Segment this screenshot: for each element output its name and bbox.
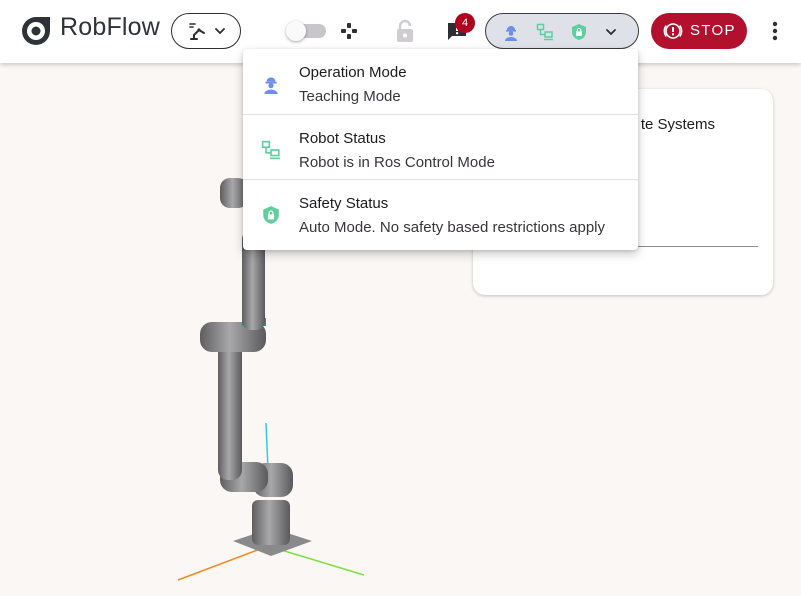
stop-icon xyxy=(663,23,683,39)
lock-icon[interactable] xyxy=(394,19,416,43)
axis-x-line xyxy=(177,545,269,581)
robflow-logo-icon xyxy=(22,17,50,45)
gamepad-icon[interactable] xyxy=(339,21,359,41)
stop-button[interactable]: STOP xyxy=(651,13,747,49)
app-title: RobFlow xyxy=(60,13,161,41)
chevron-down-icon xyxy=(215,28,225,35)
status-menu-button[interactable] xyxy=(485,13,639,49)
chevron-down-icon xyxy=(606,29,616,36)
robot-status-value: Robot is in Ros Control Mode xyxy=(299,154,495,171)
operation-mode-title: Operation Mode xyxy=(299,64,407,81)
worker-icon xyxy=(505,26,517,41)
safety-status-value: Auto Mode. No safety based restrictions … xyxy=(299,219,605,236)
robot-arm-icon xyxy=(189,23,205,40)
stop-label: STOP xyxy=(690,22,736,39)
robot-status-item[interactable]: Robot Status Robot is in Ros Control Mod… xyxy=(243,114,638,179)
robot-network-icon xyxy=(536,23,553,41)
robot-base xyxy=(252,500,290,545)
mode-toggle[interactable] xyxy=(286,21,326,41)
worker-icon xyxy=(264,77,278,94)
more-vert-icon[interactable] xyxy=(765,20,785,42)
operation-mode-item[interactable]: Operation Mode Teaching Mode xyxy=(243,49,638,114)
toggle-knob xyxy=(286,21,306,41)
axis-z-line xyxy=(265,422,269,471)
shield-lock-icon xyxy=(572,24,586,40)
robot-status-title: Robot Status xyxy=(299,130,386,147)
robot-network-icon xyxy=(261,140,280,160)
tool-select-button[interactable] xyxy=(171,13,241,49)
notification-badge: 4 xyxy=(455,13,475,33)
safety-status-title: Safety Status xyxy=(299,195,389,212)
shield-lock-icon xyxy=(263,206,279,224)
safety-status-item[interactable]: Safety Status Auto Mode. No safety based… xyxy=(243,179,638,244)
status-dropdown: Operation Mode Teaching Mode Robot Statu… xyxy=(243,49,638,250)
robot-lower-arm xyxy=(218,340,242,480)
operation-mode-value: Teaching Mode xyxy=(299,88,401,105)
